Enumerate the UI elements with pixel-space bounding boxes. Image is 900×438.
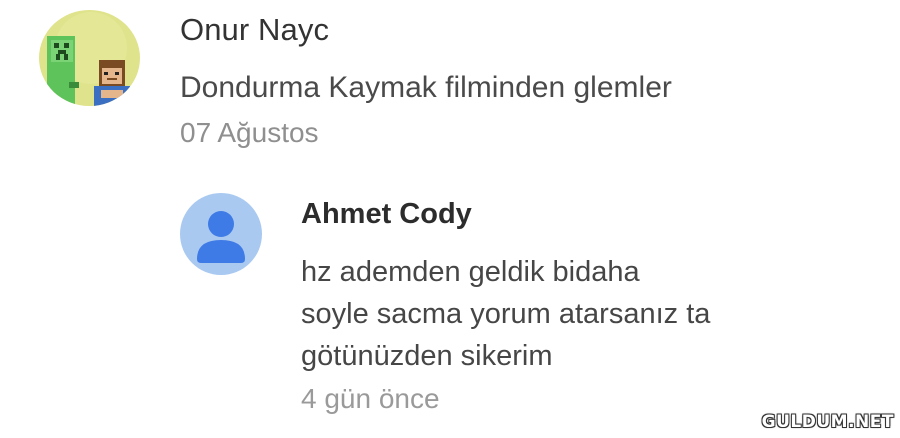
watermark-logo: GULDUM.NET	[761, 412, 894, 432]
reply-text-line: götünüzden sikerim	[301, 340, 553, 372]
reply-text: hz ademden geldik bidaha soyle sacma yor…	[301, 251, 861, 377]
reply-text-line: soyle sacma yorum atarsanız ta	[301, 298, 711, 330]
default-user-avatar-icon	[180, 193, 262, 275]
reply-text-line: hz ademden geldik bidaha	[301, 256, 640, 288]
avatar[interactable]	[180, 193, 262, 275]
avatar[interactable]	[39, 10, 140, 106]
pixel-character-avatar-icon	[39, 10, 140, 106]
reply-time: 4 gün önce	[301, 383, 440, 414]
comment-date: 07 Ağustos	[180, 117, 319, 148]
comment: Onur Nayc Dondurma Kaymak filminden glem…	[0, 0, 900, 170]
comment-text: Dondurma Kaymak filminden glemler	[180, 71, 672, 104]
reply: Ahmet Cody hz ademden geldik bidaha soyl…	[0, 186, 900, 438]
comment-thread: Onur Nayc Dondurma Kaymak filminden glem…	[0, 0, 900, 438]
comment-author[interactable]: Onur Nayc	[180, 12, 329, 48]
reply-author[interactable]: Ahmet Cody	[301, 196, 472, 232]
